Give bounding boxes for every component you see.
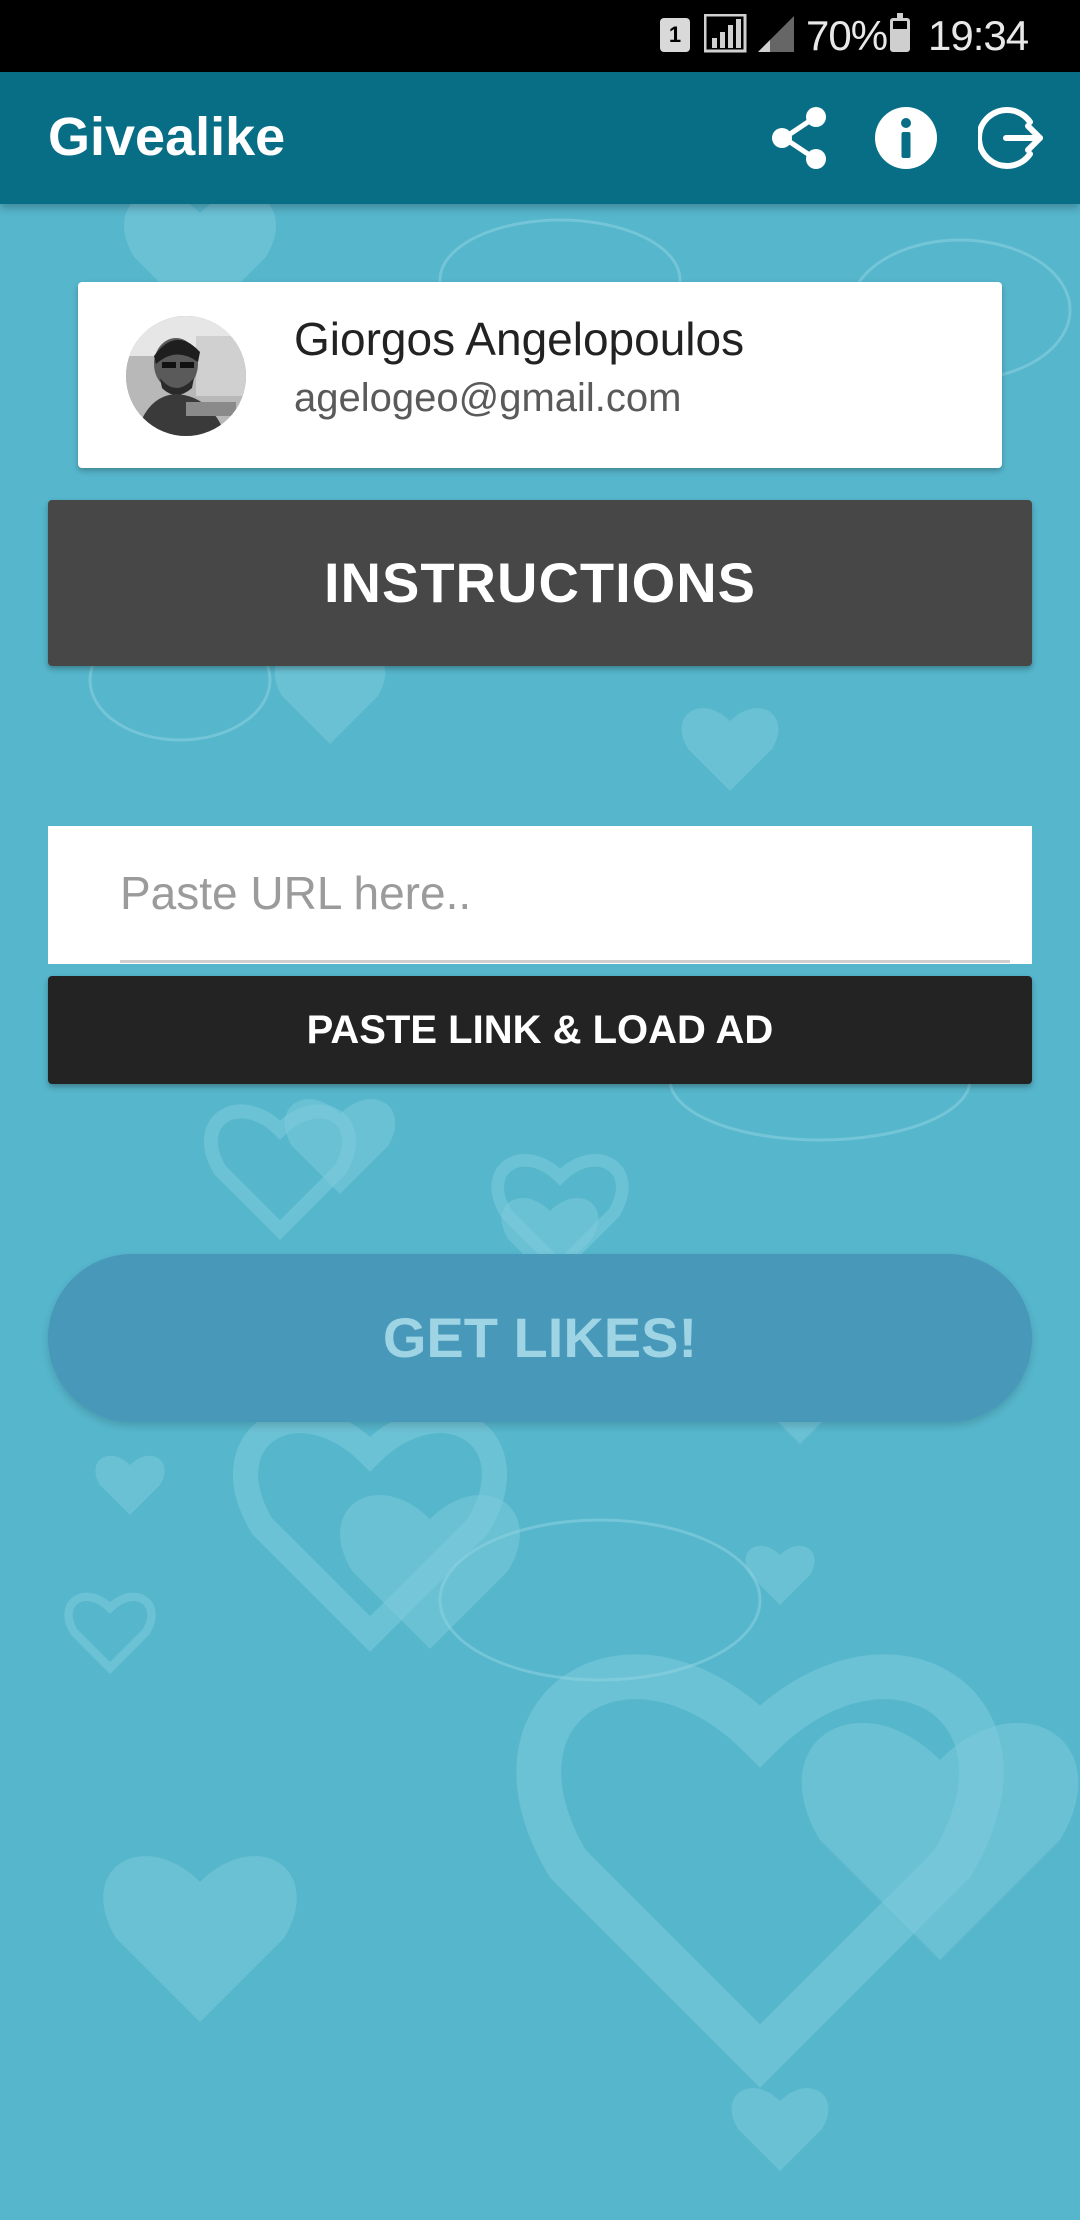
get-likes-button[interactable]: GET LIKES! <box>48 1254 1032 1422</box>
avatar <box>126 316 246 436</box>
app-bar: Givealike <box>0 72 1080 204</box>
info-icon[interactable] <box>872 104 940 172</box>
instructions-button[interactable]: INSTRUCTIONS <box>48 500 1032 666</box>
profile-email: agelogeo@gmail.com <box>294 376 682 420</box>
status-bar: 1 70% 19:34 <box>0 0 1080 72</box>
sim-icon: 1 <box>660 18 690 52</box>
logout-icon[interactable] <box>978 104 1046 172</box>
battery-icon <box>890 13 910 52</box>
battery-percentage: 70% <box>806 12 888 59</box>
share-icon[interactable] <box>766 104 834 172</box>
signal-icon <box>704 14 747 53</box>
paste-link-load-ad-button[interactable]: PASTE LINK & LOAD AD <box>48 976 1032 1084</box>
url-input[interactable] <box>120 826 1010 963</box>
clock: 19:34 <box>928 12 1029 59</box>
profile-card: Giorgos Angelopoulos agelogeo@gmail.com <box>78 282 1002 468</box>
app-title: Givealike <box>48 107 286 167</box>
avatar-photo <box>126 316 246 436</box>
url-field-container <box>48 826 1032 964</box>
signal-icon-secondary <box>758 16 794 52</box>
profile-name: Giorgos Angelopoulos <box>294 313 745 365</box>
